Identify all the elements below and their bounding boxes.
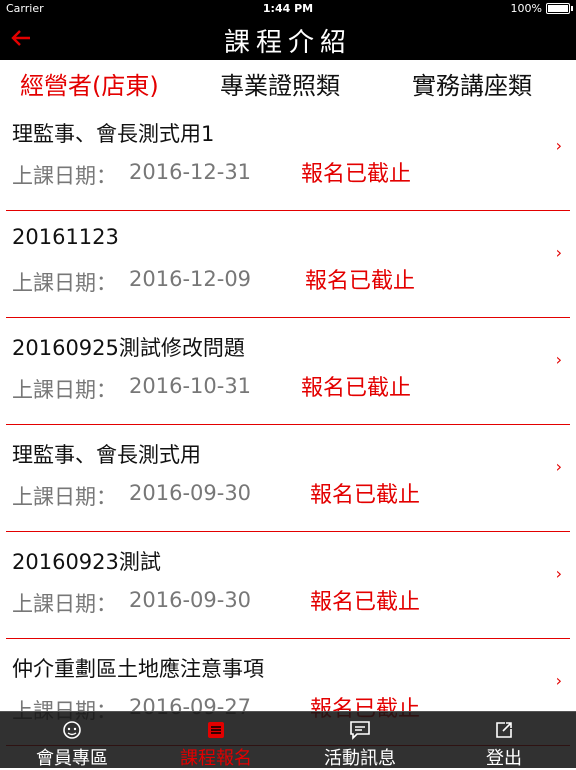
tab-label: 活動訊息	[324, 748, 396, 769]
message-icon	[288, 720, 432, 740]
battery-icon	[546, 3, 573, 14]
course-title: 理監事、會長測式用1	[12, 122, 215, 146]
course-date: 2016-12-09	[129, 267, 252, 291]
chevron-right-icon: ›	[555, 457, 562, 476]
course-date: 2016-09-30	[129, 481, 252, 505]
tab-label: 登出	[486, 748, 522, 769]
list-item[interactable]: 理監事、會長測式用 上課日期： 2016-09-30 報名已截止 ›	[6, 425, 570, 532]
status-bar: Carrier 1:44 PM 100%	[0, 0, 576, 18]
chevron-right-icon: ›	[555, 136, 562, 155]
date-label: 上課日期：	[12, 378, 117, 402]
course-list: 理監事、會長測式用1 上課日期： 2016-12-31 報名已截止 › 2016…	[0, 104, 576, 746]
chevron-right-icon: ›	[555, 243, 562, 262]
tab-member[interactable]: 會員專區	[0, 712, 144, 769]
battery-status: 100%	[510, 2, 573, 15]
category-tabs: 經營者(店東) 專業證照類 實務講座類	[0, 60, 576, 104]
tab-messages[interactable]: 活動訊息	[288, 712, 432, 769]
logout-icon	[432, 720, 576, 740]
status-badge: 報名已截止	[305, 269, 416, 294]
course-date: 2016-12-31	[129, 160, 252, 184]
tab-label: 會員專區	[36, 748, 108, 769]
status-badge: 報名已截止	[310, 590, 421, 615]
chevron-right-icon: ›	[555, 564, 562, 583]
course-title: 理監事、會長測式用	[12, 443, 201, 467]
list-item[interactable]: 20160925測試修改問題 上課日期： 2016-10-31 報名已截止 ›	[6, 318, 570, 425]
status-time: 1:44 PM	[262, 2, 314, 15]
tab-logout[interactable]: 登出	[432, 712, 576, 769]
tab-bar: 會員專區 課程報名 活動訊息 登出	[0, 711, 576, 769]
course-list-icon	[144, 720, 288, 740]
date-label: 上課日期：	[12, 592, 117, 616]
course-title: 仲介重劃區土地應注意事項	[12, 657, 264, 681]
course-date: 2016-10-31	[129, 374, 252, 398]
course-title: 20160923測試	[12, 550, 161, 574]
page-title: 課程介紹	[223, 28, 352, 58]
tab-owner[interactable]: 經營者(店東)	[20, 66, 159, 101]
nav-bar: 課程介紹	[0, 18, 576, 60]
list-item[interactable]: 20161123 上課日期： 2016-12-09 報名已截止 ›	[6, 211, 570, 318]
chevron-right-icon: ›	[555, 671, 562, 690]
status-badge: 報名已截止	[301, 162, 412, 187]
tab-license[interactable]: 專業證照類	[220, 66, 340, 101]
course-title: 20161123	[12, 225, 119, 249]
tab-seminar[interactable]: 實務講座類	[412, 66, 532, 101]
date-label: 上課日期：	[12, 164, 117, 188]
tab-label: 課程報名	[180, 748, 252, 769]
status-badge: 報名已截止	[310, 483, 421, 508]
chevron-right-icon: ›	[555, 350, 562, 369]
list-item[interactable]: 理監事、會長測式用1 上課日期： 2016-12-31 報名已截止 ›	[6, 104, 570, 211]
tab-course[interactable]: 課程報名	[144, 712, 288, 769]
member-icon	[0, 720, 144, 740]
date-label: 上課日期：	[12, 271, 117, 295]
status-badge: 報名已截止	[301, 376, 412, 401]
course-date: 2016-09-30	[129, 588, 252, 612]
course-title: 20160925測試修改問題	[12, 336, 245, 360]
date-label: 上課日期：	[12, 485, 117, 509]
battery-percent: 100%	[510, 2, 542, 15]
list-item[interactable]: 20160923測試 上課日期： 2016-09-30 報名已截止 ›	[6, 532, 570, 639]
